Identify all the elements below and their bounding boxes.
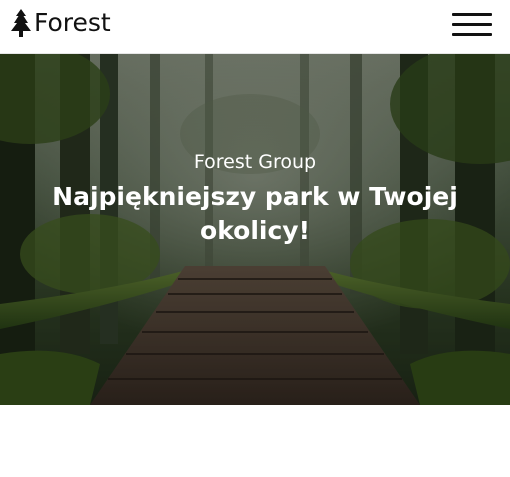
pine-tree-icon [9, 8, 33, 38]
menu-line [452, 13, 492, 16]
hero-section: Forest Group Najpiękniejszy park w Twoje… [0, 54, 510, 405]
menu-line [452, 33, 492, 36]
hero-title: Najpiękniejszy park w Twojej okolicy! [52, 182, 458, 245]
content-area [0, 405, 510, 477]
brand-name: Forest [34, 8, 111, 37]
navbar: Forest [0, 0, 510, 54]
hero-subtitle: Forest Group [193, 151, 317, 173]
hamburger-menu-icon[interactable] [450, 10, 494, 40]
menu-line [452, 23, 492, 26]
brand-logo-link[interactable]: Forest [9, 6, 111, 40]
